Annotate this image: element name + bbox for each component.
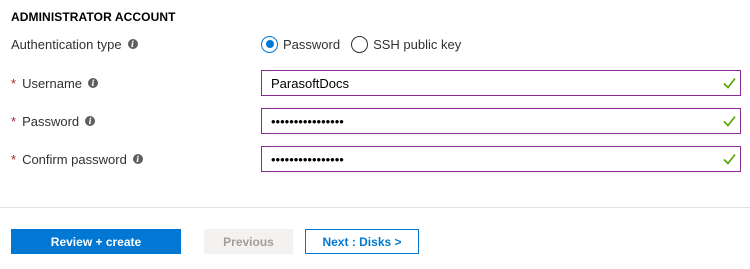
required-marker: * bbox=[11, 75, 17, 91]
auth-type-label: Authentication type bbox=[11, 36, 122, 52]
auth-type-label-wrap: Authentication type i bbox=[11, 31, 138, 57]
password-label: Password bbox=[22, 113, 80, 129]
password-row: * Password i bbox=[0, 108, 750, 134]
username-label-wrap: * Username i bbox=[11, 70, 99, 96]
auth-type-radio-group: Password SSH public key bbox=[261, 31, 472, 57]
username-field[interactable] bbox=[261, 70, 741, 96]
confirm-password-label-wrap: * Confirm password i bbox=[11, 146, 143, 172]
radio-ssh-public-key[interactable]: SSH public key bbox=[351, 35, 461, 53]
checkmark-icon bbox=[723, 78, 736, 89]
username-input[interactable] bbox=[262, 71, 721, 95]
radio-ssh-label[interactable]: SSH public key bbox=[373, 37, 461, 52]
required-marker: * bbox=[11, 151, 17, 167]
required-marker: * bbox=[11, 113, 17, 129]
checkmark-icon bbox=[723, 154, 736, 165]
auth-type-row: Authentication type i Password SSH publi… bbox=[0, 31, 750, 57]
confirm-password-input[interactable] bbox=[262, 147, 721, 171]
info-icon[interactable]: i bbox=[88, 78, 99, 88]
radio-selected-icon[interactable] bbox=[261, 35, 278, 53]
next-disks-button[interactable]: Next : Disks > bbox=[305, 229, 419, 254]
info-icon[interactable]: i bbox=[132, 154, 143, 164]
radio-password-label[interactable]: Password bbox=[283, 37, 340, 52]
password-label-wrap: * Password i bbox=[11, 108, 96, 134]
previous-button[interactable]: Previous bbox=[204, 229, 293, 254]
info-icon[interactable]: i bbox=[127, 39, 138, 49]
radio-unselected-icon[interactable] bbox=[351, 35, 369, 53]
username-label: Username bbox=[22, 75, 83, 91]
radio-password[interactable]: Password bbox=[261, 35, 340, 53]
footer-divider bbox=[0, 207, 750, 208]
checkmark-icon bbox=[723, 116, 736, 127]
review-create-button[interactable]: Review + create bbox=[11, 229, 181, 254]
password-input[interactable] bbox=[262, 109, 721, 133]
info-icon[interactable]: i bbox=[85, 116, 96, 126]
username-row: * Username i bbox=[0, 70, 750, 96]
confirm-password-label: Confirm password bbox=[22, 151, 127, 167]
section-title: ADMINISTRATOR ACCOUNT bbox=[11, 10, 176, 24]
confirm-password-field[interactable] bbox=[261, 146, 741, 172]
confirm-password-row: * Confirm password i bbox=[0, 146, 750, 172]
password-field[interactable] bbox=[261, 108, 741, 134]
